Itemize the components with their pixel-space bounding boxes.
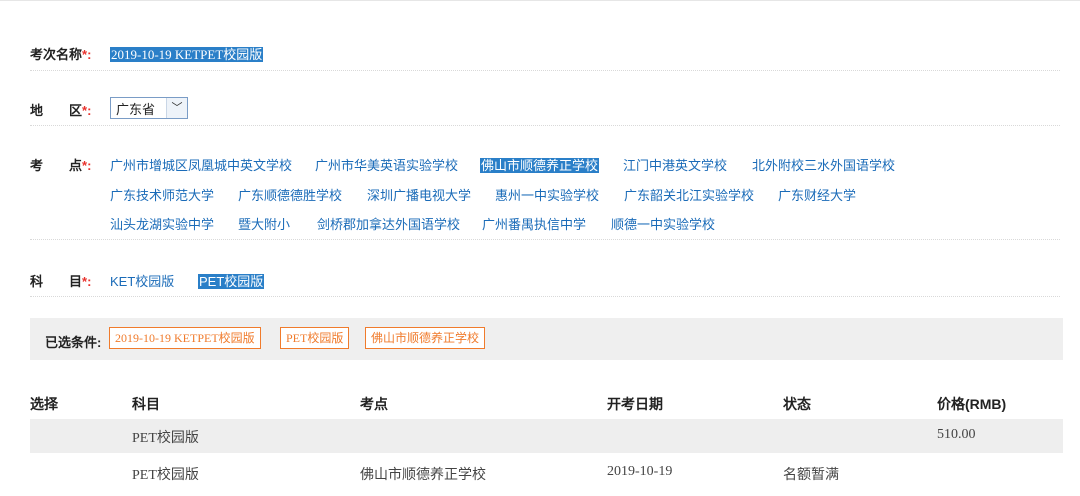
site-option[interactable]: 广东财经大学	[778, 185, 856, 204]
required-mark: *:	[82, 47, 92, 62]
top-divider	[0, 0, 1080, 1]
cell-subject: PET校园版	[132, 468, 199, 483]
chevron-down-icon[interactable]: ﹀	[166, 98, 187, 118]
required-mark: *:	[82, 158, 92, 173]
site-row: 考 点*: 广州市增城区凤凰城中英文学校 广州市华美英语实验学校 佛山市顺德养正…	[30, 155, 1060, 235]
exam-value[interactable]: 2019-10-19 KETPET校园版	[110, 44, 264, 63]
cell-subject: PET校园版	[132, 431, 199, 446]
region-select[interactable]: 广东省 ﹀	[110, 97, 188, 119]
site-label: 考 点*:	[30, 155, 91, 174]
exam-value-text[interactable]: 2019-10-19 KETPET校园版	[110, 47, 264, 62]
col-header-status: 状态	[783, 396, 811, 412]
site-option-selected-text[interactable]: 佛山市顺德养正学校	[480, 158, 600, 173]
site-option[interactable]: 广东顺德德胜学校	[238, 185, 342, 204]
site-option[interactable]: 汕头龙湖实验中学	[110, 214, 214, 233]
cell-status: 名额暂满	[783, 468, 839, 483]
site-option[interactable]: 广州番禺执信中学	[482, 214, 586, 233]
condition-tag-exam[interactable]: 2019-10-19 KETPET校园版	[109, 327, 261, 349]
row-divider	[30, 296, 1060, 297]
row-divider	[30, 239, 1060, 240]
cell-price: 510.00	[937, 427, 976, 442]
site-option[interactable]: 剑桥郡加拿达外国语学校	[317, 214, 460, 233]
condition-tag-subject[interactable]: PET校园版	[280, 327, 350, 349]
subject-option-pet[interactable]: PET校园版	[198, 271, 265, 290]
site-option[interactable]: 暨大附小	[238, 214, 290, 233]
site-option-selected[interactable]: 佛山市顺德养正学校	[480, 155, 600, 174]
subject-option-pet-text[interactable]: PET校园版	[198, 274, 265, 289]
table-row[interactable]: PET校园版 佛山市顺德养正学校 2019-10-19 名额暂满	[30, 456, 1063, 490]
subject-label-text: 科 目	[30, 274, 83, 289]
table-row[interactable]: PET校园版 510.00	[30, 419, 1063, 453]
row-divider	[30, 70, 1060, 71]
subject-label: 科 目*:	[30, 271, 91, 290]
col-header-date: 开考日期	[607, 396, 663, 412]
col-header-price: 价格(RMB)	[937, 396, 1007, 412]
cell-site: 佛山市顺德养正学校	[360, 468, 486, 483]
exam-label: 考次名称*:	[30, 44, 91, 63]
site-option[interactable]: 惠州一中实验学校	[495, 185, 599, 204]
row-divider	[30, 125, 1060, 126]
site-label-text: 考 点	[30, 158, 83, 173]
required-mark: *:	[82, 103, 92, 118]
site-option[interactable]: 广州市增城区凤凰城中英文学校	[110, 155, 292, 174]
cell-date: 2019-10-19	[607, 464, 673, 479]
required-mark: *:	[82, 274, 92, 289]
col-header-subject: 科目	[132, 396, 160, 412]
region-select-value: 广东省	[116, 102, 156, 117]
subject-option-ket[interactable]: KET校园版	[110, 271, 174, 290]
site-option[interactable]: 顺德一中实验学校	[611, 214, 715, 233]
region-label: 地 区*:	[30, 100, 91, 119]
col-header-select: 选择	[30, 396, 58, 412]
selected-conditions: 已选条件: 2019-10-19 KETPET校园版 PET校园版 佛山市顺德养…	[30, 318, 1063, 360]
region-label-text: 地 区	[30, 103, 83, 118]
site-option[interactable]: 北外附校三水外国语学校	[752, 155, 895, 174]
site-option[interactable]: 广东技术师范大学	[110, 185, 214, 204]
selected-conditions-label: 已选条件:	[45, 335, 102, 350]
site-option[interactable]: 江门中港英文学校	[623, 155, 727, 174]
col-header-site: 考点	[360, 396, 388, 412]
exam-label-text: 考次名称	[30, 47, 83, 62]
site-option[interactable]: 深圳广播电视大学	[367, 185, 471, 204]
condition-tag-site[interactable]: 佛山市顺德养正学校	[365, 327, 486, 349]
site-option[interactable]: 广州市华美英语实验学校	[315, 155, 458, 174]
site-option[interactable]: 广东韶关北江实验学校	[624, 185, 754, 204]
